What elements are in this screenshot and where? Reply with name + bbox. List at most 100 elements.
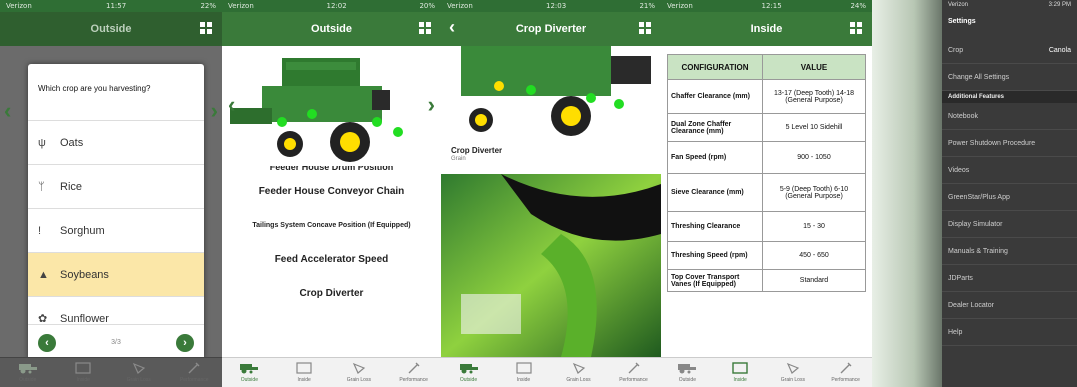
tab-inside[interactable]: Inside bbox=[56, 361, 112, 383]
feature-label: Help bbox=[948, 328, 963, 336]
back-icon[interactable]: ‹ bbox=[449, 17, 455, 38]
column-header: CONFIGURATION bbox=[667, 54, 763, 80]
crop-option-oats[interactable]: ψ Oats bbox=[28, 120, 204, 164]
wrench-icon bbox=[834, 361, 858, 375]
status-carrier: Verizon bbox=[6, 2, 32, 10]
status-carrier: Verizon bbox=[228, 2, 254, 10]
tab-label: Inside bbox=[733, 377, 747, 383]
tab-performance[interactable]: Performance bbox=[606, 361, 661, 383]
table-row: Threshing Clearance 15 - 30 bbox=[667, 211, 866, 242]
grid-menu-icon[interactable] bbox=[419, 22, 431, 34]
monitor-icon bbox=[512, 361, 536, 375]
feature-item[interactable]: Videos bbox=[942, 157, 1077, 184]
tab-grain-loss[interactable]: Grain Loss bbox=[551, 361, 606, 383]
chevron-right-icon[interactable]: › bbox=[428, 92, 435, 118]
tab-outside[interactable]: Outside bbox=[222, 361, 277, 383]
tab-label: Performance bbox=[399, 377, 428, 383]
rice-icon: ᛘ bbox=[38, 180, 45, 193]
tab-performance[interactable]: Performance bbox=[819, 361, 872, 383]
tab-performance[interactable]: Performance bbox=[386, 361, 441, 383]
wrench-icon bbox=[402, 361, 426, 375]
tab-label: Grain Loss bbox=[126, 377, 151, 383]
tab-inside[interactable]: Inside bbox=[714, 361, 767, 383]
table-row: Sieve Clearance (mm) 5-9 (Deep Tooth) 6-1… bbox=[667, 173, 866, 212]
grain-loss-icon bbox=[781, 361, 805, 375]
menu-item-conveyor-chain[interactable]: Feeder House Conveyor Chain bbox=[222, 174, 441, 208]
section-header: Additional Features bbox=[942, 91, 1077, 103]
grid-menu-icon[interactable] bbox=[639, 22, 651, 34]
crop-label: Crop bbox=[948, 46, 964, 54]
column-header: VALUE bbox=[762, 54, 866, 80]
combine-icon bbox=[237, 361, 261, 375]
crop-option-rice[interactable]: ᛘ Rice bbox=[28, 164, 204, 208]
features-list: Notebook Power Shutdown Procedure Videos Gr… bbox=[942, 103, 1077, 346]
feature-item[interactable]: Notebook bbox=[942, 103, 1077, 130]
status-time: 12:03 bbox=[546, 2, 567, 10]
tab-grain-loss[interactable]: Grain Loss bbox=[111, 361, 167, 383]
chevron-left-icon[interactable]: ‹ bbox=[4, 98, 11, 124]
crop-picker-modal: Which crop are you harvesting? ψ Oats ᛘ Ric… bbox=[28, 64, 204, 360]
tab-bar: Outside Inside Grain Loss Performance bbox=[441, 357, 661, 387]
page-title: Outside bbox=[90, 23, 132, 35]
tab-grain-loss[interactable]: Grain Loss bbox=[332, 361, 387, 383]
feature-label: Power Shutdown Procedure bbox=[948, 139, 1036, 147]
wrench-icon bbox=[182, 361, 206, 375]
combine-icon bbox=[675, 361, 699, 375]
tab-inside[interactable]: Inside bbox=[496, 361, 551, 383]
grid-menu-icon[interactable] bbox=[850, 22, 862, 34]
tab-label: Grain Loss bbox=[346, 377, 371, 383]
feature-item[interactable]: Display Simulator bbox=[942, 211, 1077, 238]
crop-option-sorghum[interactable]: ! Sorghum bbox=[28, 208, 204, 252]
tab-outside[interactable]: Outside bbox=[441, 361, 496, 383]
pager-next-icon[interactable]: › bbox=[175, 333, 194, 352]
crop-list: ψ Oats ᛘ Rice! Sorghum ▲ Soybeans ✿ Sunflower bbox=[28, 120, 204, 340]
table-row: Threshing Speed (rpm) 450 - 650 bbox=[667, 241, 866, 270]
pager: ‹ 3/3 › bbox=[28, 324, 204, 360]
change-all-settings-row[interactable]: Change All Settings bbox=[942, 64, 1077, 91]
crop-option-label: Rice bbox=[60, 180, 83, 193]
chevron-right-icon[interactable]: › bbox=[211, 98, 218, 124]
page-title: Outside bbox=[311, 23, 352, 35]
status-bar: Verizon 12:15 24% bbox=[661, 0, 872, 12]
status-time: 12:15 bbox=[761, 2, 782, 10]
tab-bar: Outside Inside Grain Loss Performance bbox=[0, 357, 222, 387]
tab-inside[interactable]: Inside bbox=[277, 361, 332, 383]
menu-item-feeder-drum[interactable]: Feeder House Drum Position bbox=[222, 166, 441, 174]
chevron-left-icon[interactable]: ‹ bbox=[228, 92, 235, 118]
config-value: 13-17 (Deep Tooth) 14-18 (General Purpos… bbox=[762, 79, 866, 114]
menu-item-tailings-concave[interactable]: Tailings System Concave Position (If Equ… bbox=[222, 208, 441, 242]
config-value: Standard bbox=[762, 269, 866, 292]
config-key: Top Cover Transport Vanes (If Equipped) bbox=[667, 269, 763, 292]
crop-option-soybeans[interactable]: ▲ Soybeans bbox=[28, 252, 204, 296]
tab-label: Performance bbox=[179, 377, 209, 383]
feature-item[interactable]: Dealer Locator bbox=[942, 292, 1077, 319]
menu-item-feed-accelerator[interactable]: Feed Accelerator Speed bbox=[222, 242, 441, 276]
tab-performance[interactable]: Performance bbox=[167, 361, 223, 383]
combine-closeup-image bbox=[441, 46, 661, 138]
feature-label: Videos bbox=[948, 166, 970, 174]
config-key: Fan Speed (rpm) bbox=[667, 141, 763, 174]
tab-grain-loss[interactable]: Grain Loss bbox=[767, 361, 820, 383]
oats-icon: ψ bbox=[38, 136, 46, 149]
tab-outside[interactable]: Outside bbox=[661, 361, 714, 383]
screen-crop-picker: Verizon 11:57 22% Outside ‹ › Which crop… bbox=[0, 0, 222, 387]
feature-item[interactable]: Power Shutdown Procedure bbox=[942, 130, 1077, 157]
pager-prev-icon[interactable]: ‹ bbox=[38, 333, 56, 352]
nav-bar: Inside bbox=[661, 12, 872, 46]
soybeans-icon: ▲ bbox=[38, 268, 49, 281]
table-row: Dual Zone Chaffer Clearance (mm) 5 Level … bbox=[667, 113, 866, 142]
crop-setting-row[interactable]: Crop Canola bbox=[942, 37, 1077, 64]
tab-outside[interactable]: Outside bbox=[0, 361, 56, 383]
tab-label: Grain Loss bbox=[780, 377, 805, 383]
feature-item[interactable]: Manuals & Training bbox=[942, 238, 1077, 265]
feature-item[interactable]: GreenStar/Plus App bbox=[942, 184, 1077, 211]
feature-item[interactable]: Help bbox=[942, 319, 1077, 346]
feature-label: Display Simulator bbox=[948, 220, 1003, 228]
config-key: Dual Zone Chaffer Clearance (mm) bbox=[667, 113, 763, 142]
feature-label: Manuals & Training bbox=[948, 247, 1008, 255]
status-battery: 21% bbox=[639, 2, 655, 10]
menu-item-crop-diverter[interactable]: Crop Diverter bbox=[222, 276, 441, 310]
feature-item[interactable]: JDParts bbox=[942, 265, 1077, 292]
grid-menu-icon[interactable] bbox=[200, 22, 212, 34]
page-title: Crop Diverter bbox=[515, 23, 587, 35]
